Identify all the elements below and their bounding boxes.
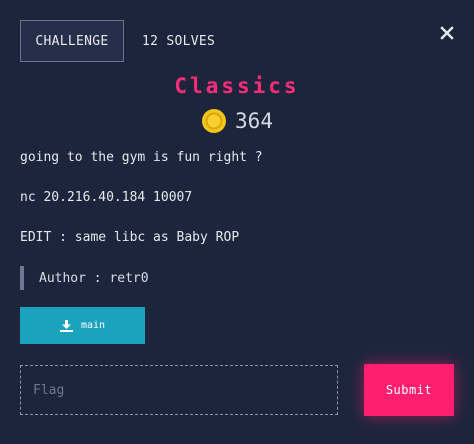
- description-line-2: nc 20.216.40.184 10007: [20, 190, 193, 205]
- flag-input[interactable]: [20, 365, 338, 415]
- submit-button[interactable]: Submit: [364, 364, 454, 416]
- description-line-3: EDIT : same libc as Baby ROP: [20, 230, 240, 245]
- download-file-label: main: [80, 320, 106, 331]
- challenge-points: 364: [0, 108, 474, 134]
- challenge-title: Classics: [174, 74, 300, 98]
- close-icon[interactable]: [440, 26, 454, 40]
- challenge-tabs: CHALLENGE 12 SOLVES: [20, 20, 233, 62]
- tab-solves[interactable]: 12 SOLVES: [124, 20, 233, 62]
- tab-solves-label: 12 SOLVES: [142, 33, 216, 49]
- tab-challenge-label: CHALLENGE: [35, 33, 109, 49]
- points-value: 364: [235, 109, 273, 133]
- author-quote: Author : retr0: [20, 266, 149, 290]
- download-icon: [59, 319, 73, 332]
- tab-challenge[interactable]: CHALLENGE: [20, 20, 124, 62]
- download-file-button[interactable]: main: [20, 307, 145, 344]
- description-line-1: going to the gym is fun right ?: [20, 150, 263, 165]
- coin-icon: [202, 109, 227, 133]
- author-text: Author : retr0: [39, 270, 149, 286]
